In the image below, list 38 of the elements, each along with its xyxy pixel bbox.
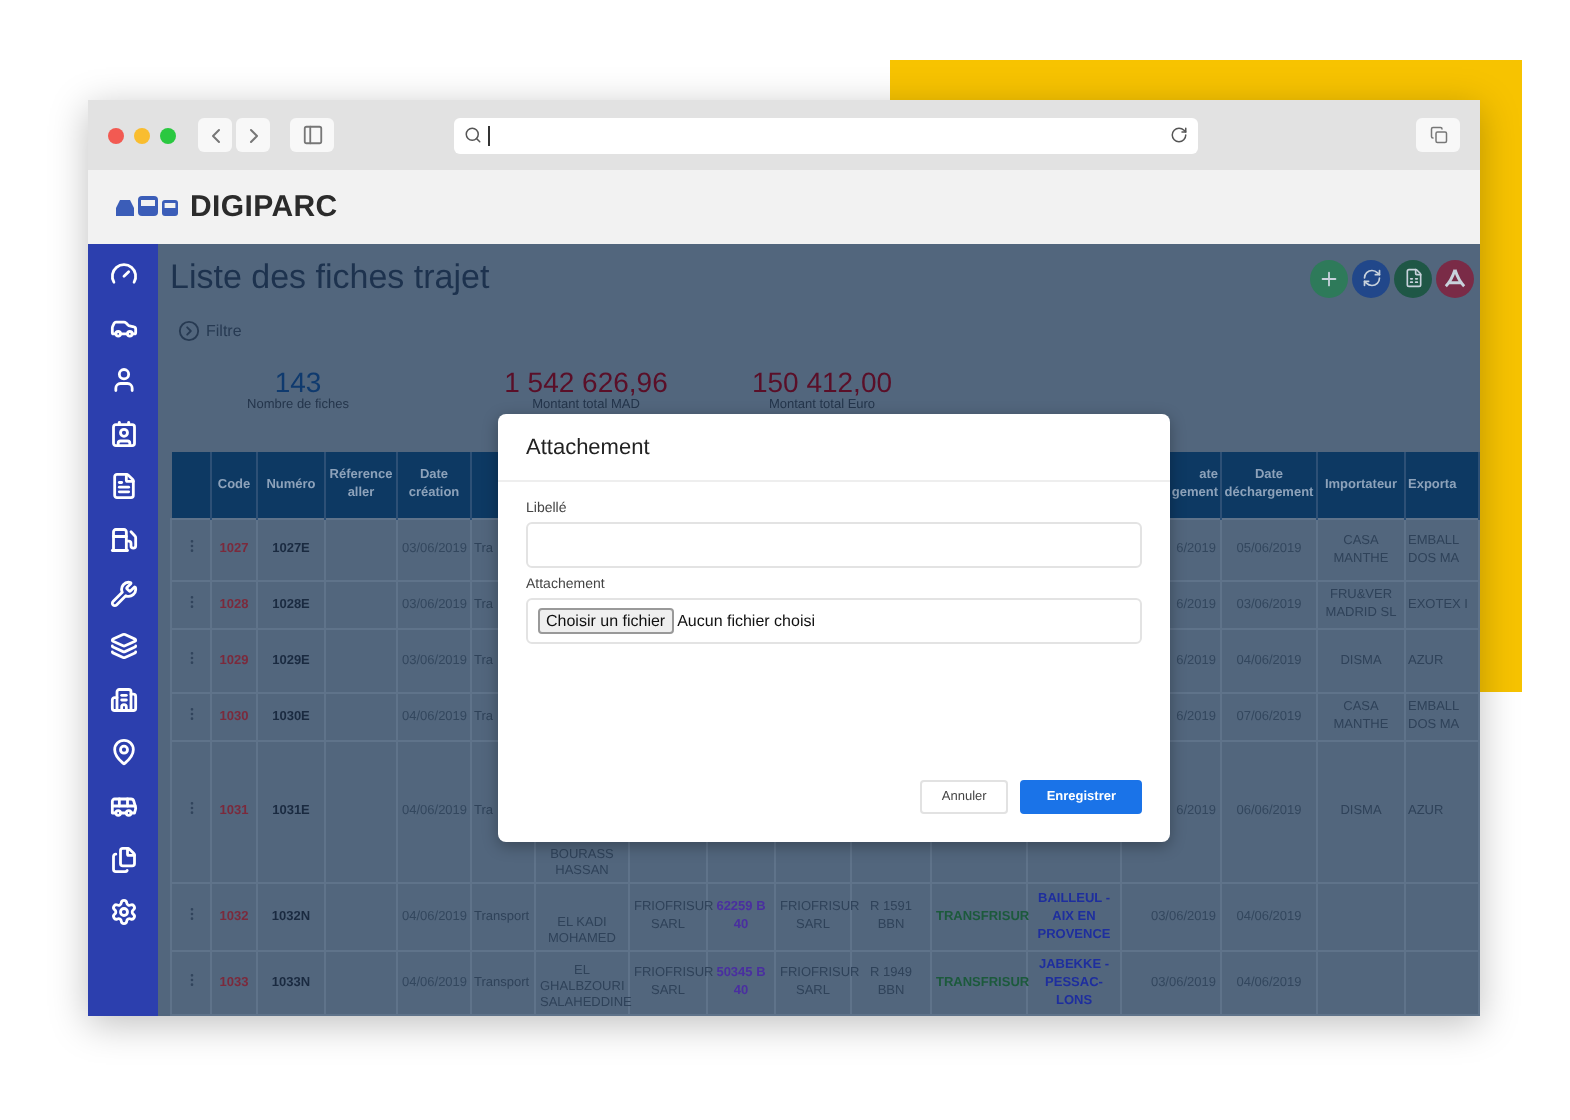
map-pin-icon[interactable] (109, 738, 137, 767)
search-icon (464, 126, 482, 144)
dialog-title: Attachement (526, 435, 650, 459)
spreadsheet-icon (1403, 268, 1423, 288)
gauge-icon[interactable] (109, 260, 137, 288)
wrench-icon[interactable] (109, 579, 137, 608)
close-window-icon[interactable] (108, 127, 124, 143)
label-input-field[interactable] (526, 522, 1142, 568)
tabs-button[interactable] (1416, 118, 1460, 152)
refresh-icon (1361, 268, 1381, 288)
settings-icon[interactable] (109, 898, 137, 927)
back-button[interactable] (198, 118, 232, 152)
fuel-pump-icon[interactable] (109, 525, 137, 554)
reload-icon[interactable] (1170, 126, 1188, 144)
layers-icon[interactable] (109, 632, 137, 661)
text-cursor (488, 125, 490, 145)
forward-button[interactable] (236, 118, 270, 152)
vehicles-logo-icon (114, 194, 180, 220)
file-status-text: Aucun fichier choisi (677, 612, 815, 630)
plus-icon (1318, 267, 1340, 289)
add-button[interactable] (1310, 259, 1348, 297)
tabs-overview-icon (1429, 126, 1447, 144)
excel-export-button[interactable] (1394, 259, 1432, 297)
document-icon[interactable] (109, 472, 137, 501)
contact-card-icon[interactable] (109, 419, 137, 448)
refresh-button[interactable] (1352, 259, 1390, 297)
stat-value: 143 (274, 366, 322, 398)
pdf-export-button[interactable] (1436, 259, 1474, 297)
sidebar-toggle-button[interactable] (290, 118, 334, 152)
stat-value: 1 542 626,96 (504, 366, 668, 398)
sidebar-panel-icon (301, 124, 323, 146)
logo-text: DIGIPARC (190, 190, 338, 224)
address-field[interactable] (454, 117, 1198, 153)
choose-file-button[interactable]: Choisir un fichier (538, 608, 674, 634)
user-icon[interactable] (109, 366, 137, 395)
stat-value: 150 412,00 (751, 366, 893, 398)
building-icon[interactable] (109, 685, 137, 714)
documents-icon[interactable] (109, 845, 137, 874)
